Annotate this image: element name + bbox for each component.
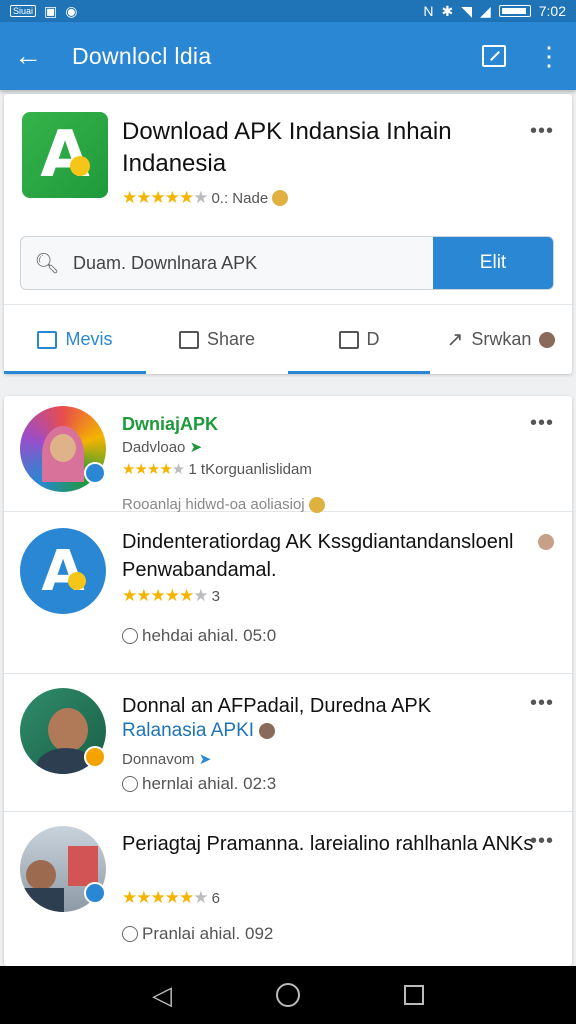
item-title: Periagtaj Pramanna. lareialino rahlhanla… [122,833,534,855]
item-time: hehdai ahial. 05:0 [122,626,276,646]
avatar: A [20,528,106,614]
item-title: Dindenteratiordag AK Kssgdiantandansloen… [122,531,514,581]
item-link[interactable]: Ralanasia APKI [122,720,276,742]
sync-icon: ◉ [65,2,78,19]
share-tab-icon [178,330,199,349]
system-nav-bar: ◁ [0,966,576,1024]
battery-icon [498,5,531,17]
tab-underline [288,371,430,374]
edit-tab-icon [37,330,58,349]
forward-icon: ↗ [446,329,464,351]
clock-icon [122,628,138,644]
item-subtitle: Donnavom ➤ [122,751,212,768]
wifi-icon: ◥ [461,2,472,19]
notification-badge: Siuai [10,5,37,17]
item-footer: Rooanlaj hidwd-oa aoliasioj [122,496,325,514]
clock-icon [122,776,138,792]
list-item[interactable]: Periagtaj Pramanna. lareialino rahlhanla… [4,812,572,966]
tab-label: D [366,329,380,349]
rating-text: 0.: Nade [211,189,269,207]
results-list: DwniajAPK Dadvloao ➤ ★★★★★ 1 tKorguanlis… [4,396,572,966]
item-title: Donnal an AFPadail, Duredna APK [122,695,432,717]
nav-recents-icon[interactable] [404,985,424,1005]
more-horizontal-icon[interactable]: ••• [530,830,554,853]
clock-time: 7:02 [538,3,566,19]
tab-bar: Mevis Share D ↗ Srwkan [4,304,572,374]
tab-label: Mevis [65,329,113,349]
search-bar: 🔍︎ Elit [20,236,554,290]
search-icon: 🔍︎ [34,252,60,275]
more-horizontal-icon[interactable]: ••• [530,120,554,143]
more-vertical-icon[interactable]: ⋮ [536,43,562,69]
gallery-icon: ▣ [44,2,58,19]
verified-badge-icon [84,882,106,904]
badge-icon [84,746,106,768]
more-horizontal-icon[interactable]: ••• [530,692,554,715]
star-rating: ★★★★★★ [122,188,208,207]
search-submit-button[interactable]: Elit [433,237,553,289]
app-bar: ← Downlocl ldia ⋮ [0,22,576,90]
user-avatar-icon [538,534,554,550]
emoji-icon [272,190,289,206]
app-logo-icon: A [22,112,108,198]
rating-row: ★★★★★★ 0.: Nade [122,188,289,208]
item-time: Pranlai ahial. 092 [122,924,273,944]
clock-icon [122,926,138,942]
item-rating: ★★★★★★ 3 [122,586,220,605]
list-item[interactable]: DwniajAPK Dadvloao ➤ ★★★★★ 1 tKorguanlis… [4,396,572,514]
app-title: Download APK Indansia Inhain Indanesia [122,118,452,177]
tab-d[interactable]: D [288,305,430,374]
tab-mevis[interactable]: Mevis [4,305,146,374]
nfc-icon: N [423,3,434,19]
item-rating: ★★★★★★ 6 [122,888,220,907]
list-item[interactable]: Donnal an AFPadail, Duredna APK Ralanasi… [4,674,572,812]
tab-srwkan[interactable]: ↗ Srwkan [430,305,572,374]
search-input[interactable] [73,252,433,274]
list-item[interactable]: A Dindenteratiordag AK Kssgdiantandanslo… [4,512,572,674]
nav-home-icon[interactable] [276,983,300,1007]
item-subtitle: Dadvloao ➤ [122,439,203,456]
square-tab-icon [338,330,359,349]
more-horizontal-icon[interactable]: ••• [530,412,554,435]
bluetooth-icon: ✱ [441,2,454,19]
item-meta: ★★★★★ 1 tKorguanlislidam [122,461,312,478]
status-bar: Siuai ▣ ◉ N ✱ ◥ ◢ 7:02 [0,0,576,22]
tab-underline [4,371,146,374]
page-title: Downlocl ldia [72,42,212,69]
tab-share[interactable]: Share [146,305,288,374]
tab-label: Share [206,329,256,349]
edit-icon[interactable] [482,45,506,67]
back-arrow-icon[interactable]: ← [14,40,54,72]
item-time: hernlai ahial. 02:3 [122,774,276,794]
tab-label: Srwkan [471,329,532,349]
verified-badge-icon [84,462,106,484]
signal-icon: ◢ [479,2,491,19]
nav-back-icon[interactable]: ◁ [152,980,172,1011]
user-avatar-icon [539,331,556,348]
app-header-card: A Download APK Indansia Inhain Indanesia… [4,94,572,374]
item-title: DwniajAPK [122,414,219,434]
